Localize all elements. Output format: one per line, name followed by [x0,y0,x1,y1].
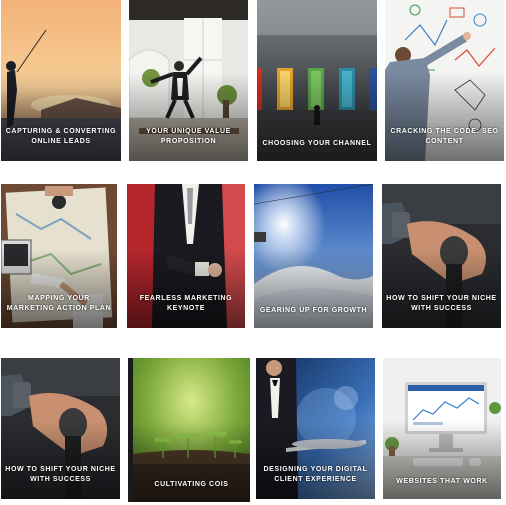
tile-how-to-shift-your-niche-with-success-1[interactable]: HOW TO SHIFT YOUR NICHE WITH SUCCESS [382,184,501,328]
tile-title: FEARLESS MARKETING KEYNOTE [139,295,233,312]
tile-gearing-up-for-growth[interactable]: GEARING UP FOR GROWTH [254,184,373,328]
tile-your-unique-value-proposition[interactable]: YOUR UNIQUE VALUE PROPOSITION [129,0,248,161]
caption-shade [382,248,501,328]
caption-shade [127,248,245,328]
caption-shade [256,421,375,499]
tile-title: WEBSITES THAT WORK [396,478,488,485]
tile-cultivating-cois[interactable]: CULTIVATING COIS [128,358,250,502]
caption-shade [383,421,501,499]
caption-shade [1,248,117,328]
caption-shade [1,72,121,161]
tile-title: GEARING UP FOR GROWTH [259,307,368,314]
tile-cracking-the-code-seo-content[interactable]: CRACKING THE CODE: SEO CONTENT [385,0,504,161]
tile-title: CAPTURING & CONVERTING ONLINE LEADS [5,128,117,145]
tile-fearless-marketing-keynote[interactable]: FEARLESS MARKETING KEYNOTE [127,184,245,328]
tile-title: HOW TO SHIFT YOUR NICHE WITH SUCCESS [386,295,497,312]
tile-title: YOUR UNIQUE VALUE PROPOSITION [146,128,231,145]
tile-title: CRACKING THE CODE: SEO CONTENT [390,128,499,145]
tile-title: MAPPING YOUR MARKETING ACTION PLAN [6,295,112,312]
tile-title: CULTIVATING COIS [154,481,229,488]
tile-choosing-your-channel[interactable]: CHOOSING YOUR CHANNEL [257,0,377,161]
tile-title: HOW TO SHIFT YOUR NICHE WITH SUCCESS [5,466,116,483]
tile-mapping-your-marketing-action-plan[interactable]: MAPPING YOUR MARKETING ACTION PLAN [1,184,117,328]
tile-how-to-shift-your-niche-with-success-2[interactable]: HOW TO SHIFT YOUR NICHE WITH SUCCESS [1,358,120,499]
caption-shade [129,72,248,161]
caption-shade [1,421,120,499]
tile-capturing-converting-online-leads[interactable]: CAPTURING & CONVERTING ONLINE LEADS [1,0,121,161]
tile-title: CHOOSING YOUR CHANNEL [262,140,372,147]
caption-shade [385,72,504,161]
caption-shade [133,422,250,502]
caption-shade [254,248,373,328]
tile-title: DESIGNING YOUR DIGITAL CLIENT EXPERIENCE [263,466,368,483]
tile-designing-your-digital-client-experience[interactable]: DESIGNING YOUR DIGITAL CLIENT EXPERIENCE [256,358,375,499]
tile-websites-that-work[interactable]: WEBSITES THAT WORK [383,358,501,499]
